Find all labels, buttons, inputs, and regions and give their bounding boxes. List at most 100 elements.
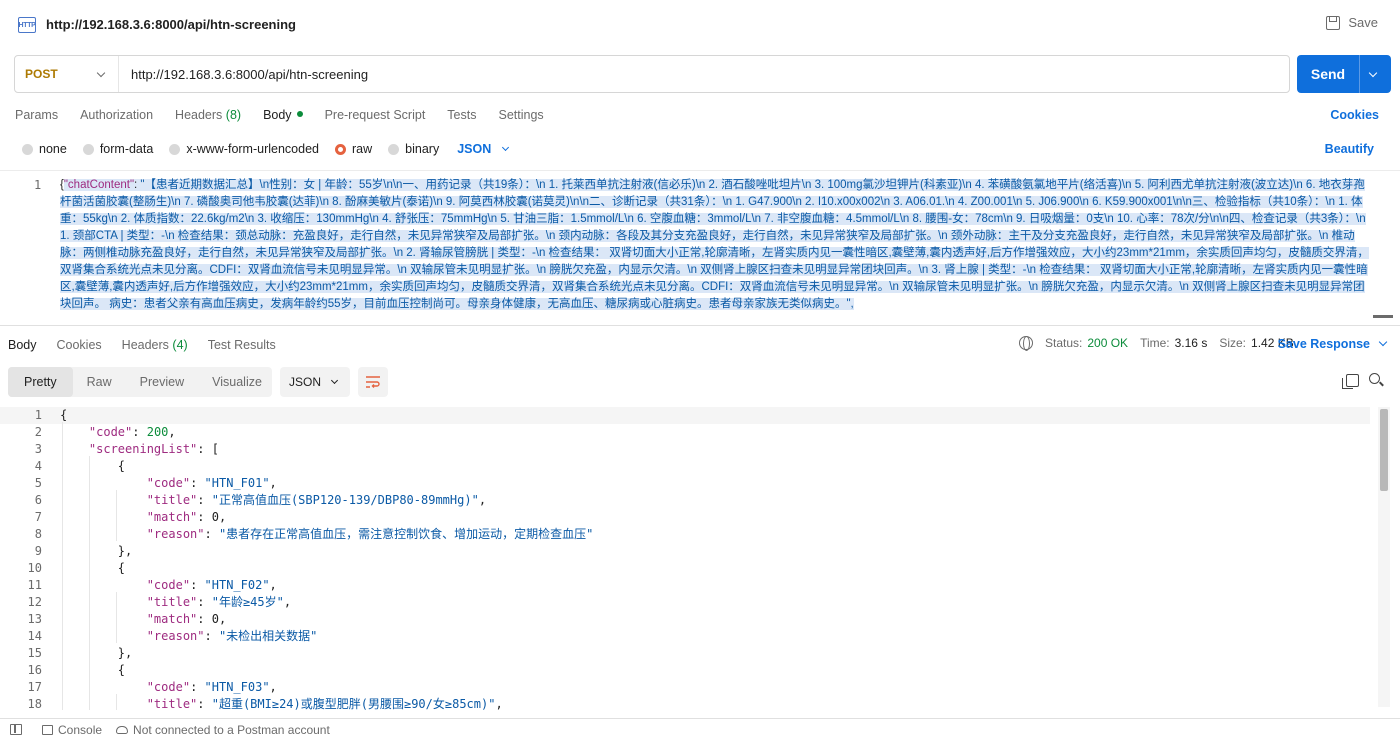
json-punctuation: : <box>190 578 205 592</box>
json-punctuation: : <box>190 476 205 490</box>
body-type-urlencoded[interactable]: x-www-form-urlencoded <box>169 142 319 156</box>
response-line: 2 "code": 200, <box>0 424 1370 441</box>
tab-settings[interactable]: Settings <box>498 108 543 122</box>
body-type-raw[interactable]: raw <box>335 142 372 156</box>
json-punctuation: : <box>197 595 212 609</box>
response-headers-count: (4) <box>172 338 188 352</box>
view-pretty[interactable]: Pretty <box>8 367 73 397</box>
response-tab-headers[interactable]: Headers (4) <box>122 338 188 352</box>
url-input[interactable] <box>119 56 1289 92</box>
body-type-label: none <box>39 142 67 156</box>
chevron-down-icon[interactable] <box>1368 68 1378 77</box>
console-button[interactable]: Console <box>58 723 102 737</box>
indent-guide <box>89 456 90 710</box>
json-string: "年龄≥45岁" <box>211 595 284 609</box>
method-select[interactable]: POST <box>15 56 119 92</box>
url-bar: POST <box>14 55 1290 93</box>
json-key: "match" <box>146 510 198 524</box>
tab-body[interactable]: Body <box>263 108 303 122</box>
http-icon: HTTP <box>18 17 36 33</box>
send-button[interactable]: Send <box>1297 55 1391 93</box>
response-body-editor[interactable]: 1{2 "code": 200, 3 "screeningList": [4 {5… <box>0 405 1400 710</box>
body-type-none[interactable]: none <box>22 142 67 156</box>
json-punctuation: , <box>168 425 176 439</box>
line-code: { <box>42 458 125 475</box>
response-line: 14 "reason": "未检出相关数据" <box>0 628 1370 645</box>
response-format-select[interactable]: JSON <box>280 367 350 397</box>
json-punctuation: , <box>218 612 227 626</box>
json-punctuation: , <box>478 493 487 507</box>
line-number: 6 <box>34 493 42 507</box>
response-meta: Status: 200 OK Time: 3.16 s Size: 1.42 KB <box>1019 336 1306 351</box>
response-line: 18 "title": "超重(BMI≥24)或腹型肥胖(男腰围≥90/女≥85… <box>0 696 1370 710</box>
line-number: 4 <box>34 459 42 473</box>
cloud-offline-icon <box>116 725 129 734</box>
view-visualize[interactable]: Visualize <box>198 367 276 397</box>
vertical-scrollbar[interactable] <box>1378 407 1390 707</box>
view-preview[interactable]: Preview <box>126 367 198 397</box>
line-code: "title": "正常高值血压(SBP120-139/DBP80-89mmHg… <box>42 492 486 509</box>
globe-icon[interactable] <box>1019 336 1033 351</box>
line-code: { <box>42 407 67 424</box>
json-punctuation: , <box>269 680 277 694</box>
body-format-select[interactable]: JSON <box>457 142 510 156</box>
response-line: 9 }, <box>0 543 1370 560</box>
line-number: 17 <box>27 680 42 694</box>
cookies-link[interactable]: Cookies <box>1330 108 1379 122</box>
view-raw[interactable]: Raw <box>73 367 126 397</box>
json-string: "未检出相关数据" <box>218 629 318 643</box>
response-line: 11 "code": "HTN_F02", <box>0 577 1370 594</box>
radio-icon <box>388 143 400 155</box>
radio-icon <box>82 143 94 155</box>
save-response-button[interactable]: Save Response <box>1278 337 1388 351</box>
line-number: 11 <box>27 578 42 592</box>
json-key: "title" <box>146 595 198 609</box>
request-title[interactable]: http://192.168.3.6:8000/api/htn-screenin… <box>46 17 296 32</box>
response-view-group: Pretty Raw Preview Visualize <box>8 367 272 397</box>
beautify-button[interactable]: Beautify <box>1325 142 1374 156</box>
time-value[interactable]: 3.16 s <box>1175 336 1208 350</box>
toggle-sidebar-icon[interactable] <box>10 724 22 735</box>
tab-pre-request-script[interactable]: Pre-request Script <box>325 108 426 122</box>
account-status[interactable]: Not connected to a Postman account <box>133 723 330 737</box>
response-tab-test-results[interactable]: Test Results <box>208 338 276 352</box>
line-code: "title": "超重(BMI≥24)或腹型肥胖(男腰围≥90/女≥85cm)… <box>42 696 503 710</box>
line-number: 18 <box>27 697 42 710</box>
json-punctuation: , <box>283 595 292 609</box>
json-punctuation: { <box>117 663 126 677</box>
json-string: "正常高值血压(SBP120-139/DBP80-89mmHg)" <box>211 493 479 507</box>
line-number: 16 <box>27 663 42 677</box>
horizontal-scrollbar[interactable] <box>1373 315 1393 318</box>
status-value[interactable]: 200 OK <box>1087 336 1128 350</box>
body-type-form-data[interactable]: form-data <box>82 142 153 156</box>
copy-icon[interactable] <box>1342 374 1359 389</box>
save-button[interactable]: Save <box>1326 15 1378 30</box>
tab-authorization[interactable]: Authorization <box>80 108 153 122</box>
json-number: 200 <box>146 425 169 439</box>
tab-tests[interactable]: Tests <box>447 108 476 122</box>
json-key: "title" <box>146 697 198 710</box>
radio-selected-icon <box>335 143 346 155</box>
response-tab-cookies[interactable]: Cookies <box>57 338 102 352</box>
request-body-code[interactable]: {"chatContent": "【患者近期数据汇总】\n性别：女 | 年龄：5… <box>60 177 1370 313</box>
scrollbar-thumb[interactable] <box>1380 409 1388 491</box>
search-icon[interactable] <box>1369 373 1380 384</box>
line-code: }, <box>42 645 132 662</box>
tab-headers[interactable]: Headers (8) <box>175 108 241 122</box>
response-tab-body[interactable]: Body <box>8 338 37 352</box>
json-string: "【患者近期数据汇总】\n性别：女 | 年龄：55岁\n\n一、用药记录（共19… <box>60 179 1369 310</box>
send-divider <box>1359 55 1360 93</box>
response-line: 3 "screeningList": [ <box>0 441 1370 458</box>
request-body-editor[interactable]: 1 {"chatContent": "【患者近期数据汇总】\n性别：女 | 年龄… <box>0 170 1400 325</box>
tab-params[interactable]: Params <box>15 108 58 122</box>
indent-guide <box>116 592 117 643</box>
response-line: 6 "title": "正常高值血压(SBP120-139/DBP80-89mm… <box>0 492 1370 509</box>
wrap-lines-button[interactable] <box>358 367 388 397</box>
body-type-binary[interactable]: binary <box>388 142 439 156</box>
line-code: "match": 0, <box>42 611 227 628</box>
json-key: "reason" <box>146 629 205 643</box>
response-line: 17 "code": "HTN_F03", <box>0 679 1370 696</box>
pane-divider[interactable] <box>0 325 1400 326</box>
console-icon <box>42 724 53 735</box>
status-bar: Console Not connected to a Postman accou… <box>0 718 1400 740</box>
